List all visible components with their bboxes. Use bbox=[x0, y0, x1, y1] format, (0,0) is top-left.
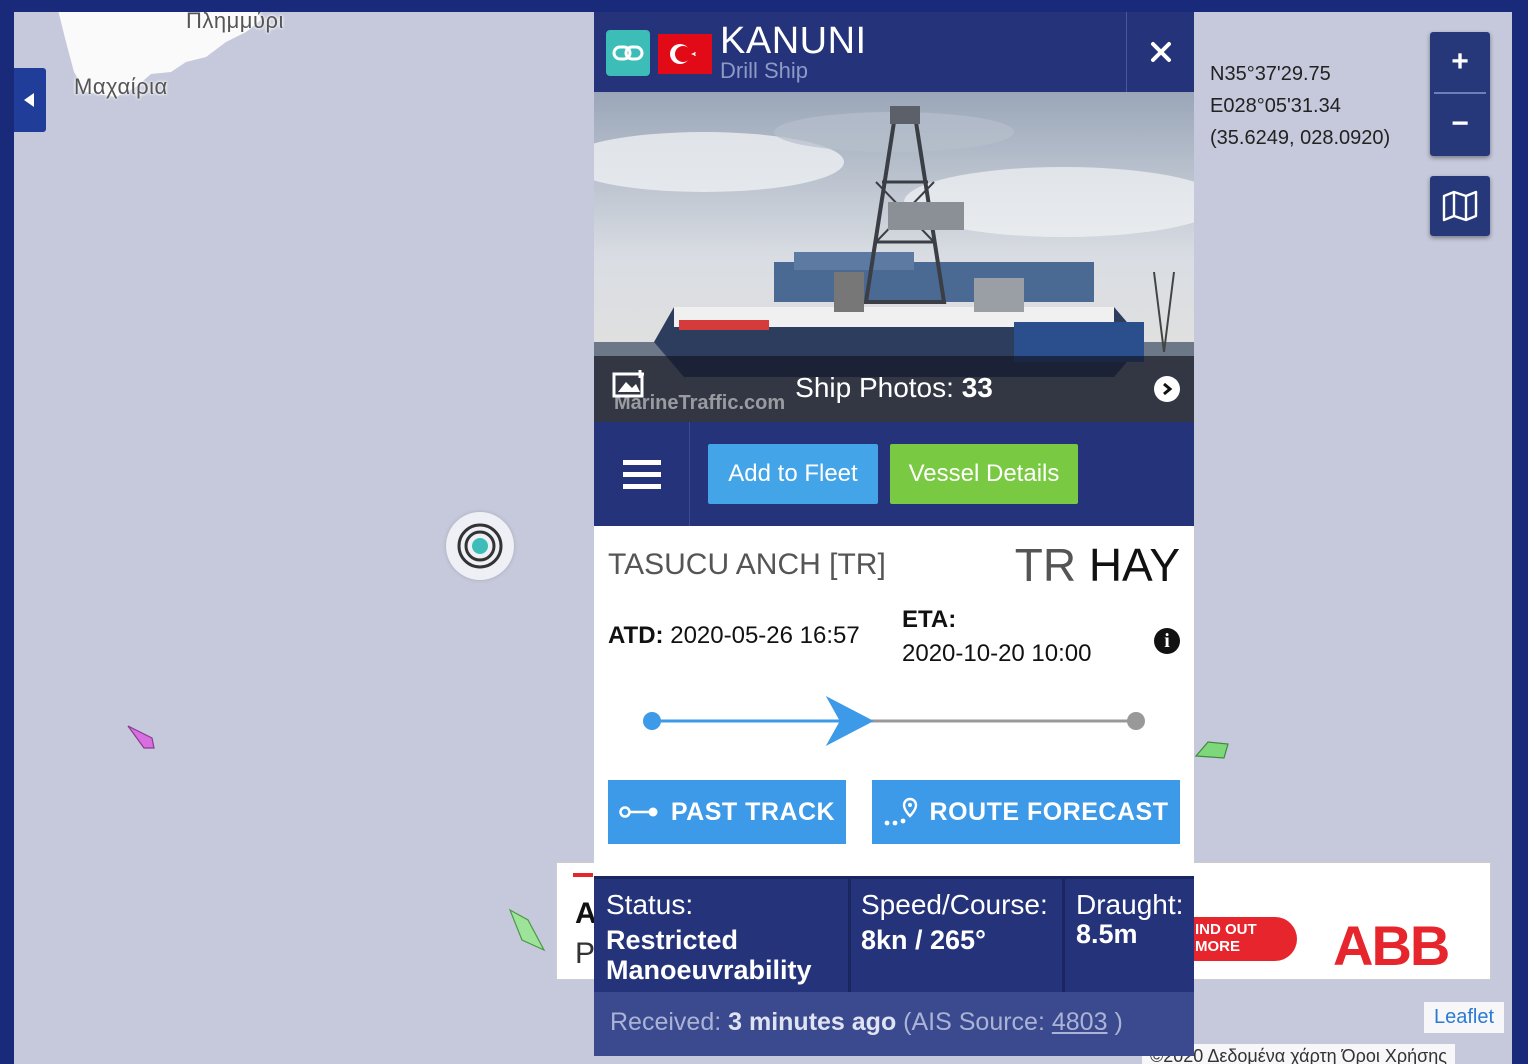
speed-course-label: Speed/Course: bbox=[861, 889, 1048, 920]
speed-course-stat: Speed/Course: 8kn / 265° bbox=[861, 879, 1061, 995]
longitude-readout: E028°05'31.34 bbox=[1210, 95, 1341, 117]
zoom-out-button[interactable]: − bbox=[1430, 94, 1490, 154]
destination-country-code: TR bbox=[1014, 539, 1077, 591]
eta-value: 2020-10-20 10:00 bbox=[902, 640, 1092, 667]
draught-value: 8.5m bbox=[1076, 919, 1138, 949]
vessel-marker-green-large[interactable] bbox=[506, 906, 550, 954]
marinetraffic-link-icon[interactable] bbox=[606, 30, 650, 76]
folded-map-icon bbox=[1442, 190, 1478, 222]
latitude-readout: N35°37'29.75 bbox=[1210, 63, 1331, 85]
draught-stat: Draught: 8.5m bbox=[1076, 879, 1194, 995]
ais-source-suffix: ) bbox=[1114, 1008, 1123, 1036]
target-rings-icon bbox=[457, 523, 503, 569]
chevron-right-icon bbox=[1163, 382, 1173, 396]
departure-port[interactable]: TASUCU ANCH [TR] bbox=[608, 548, 886, 582]
status-label: Status: bbox=[606, 889, 694, 920]
status-stat: Status: Restricted Manoeuvrability bbox=[606, 879, 846, 995]
place-label-machairia: Μαχαίρια bbox=[74, 74, 168, 99]
vessel-marker-magenta[interactable] bbox=[126, 722, 158, 754]
stat-divider bbox=[848, 879, 851, 995]
vessel-type: Drill Ship bbox=[720, 58, 809, 83]
close-popup-button[interactable] bbox=[1126, 12, 1194, 92]
photo-watermark: MarineTraffic.com bbox=[614, 392, 786, 414]
destination-port[interactable]: TR HAY bbox=[1015, 538, 1180, 592]
zoom-in-button[interactable]: + bbox=[1430, 32, 1490, 92]
zoom-control: + − bbox=[1430, 32, 1490, 156]
received-info: Received: 3 minutes ago (AIS Source: 480… bbox=[594, 992, 1194, 1056]
draught-label: Draught: bbox=[1076, 889, 1184, 920]
decimal-coordinates: (35.6249, 028.0920) bbox=[1210, 127, 1391, 149]
actual-departure: ATD: 2020-05-26 16:57 bbox=[608, 622, 860, 650]
ais-source-link[interactable]: 4803 bbox=[1052, 1008, 1108, 1036]
route-forecast-button[interactable]: ROUTE FORECAST bbox=[872, 780, 1180, 844]
popup-action-bar: Add to Fleet Vessel Details bbox=[594, 422, 1194, 526]
flag-turkey-icon bbox=[658, 34, 712, 74]
route-pin-icon bbox=[884, 797, 917, 826]
status-value: Restricted Manoeuvrability bbox=[606, 925, 812, 985]
vessel-info-popup: KANUNI Drill Ship Ship Photos: 33 Marine… bbox=[594, 12, 1194, 1056]
leaflet-attribution-link[interactable]: Leaflet bbox=[1424, 1002, 1505, 1033]
hamburger-line bbox=[622, 471, 661, 477]
track-line-icon bbox=[619, 806, 658, 818]
map-layers-button[interactable] bbox=[1430, 176, 1490, 236]
hamburger-line bbox=[622, 483, 661, 489]
selected-vessel-target[interactable] bbox=[446, 512, 514, 580]
ship-photos-count: 33 bbox=[961, 372, 993, 403]
ad-subtext: P bbox=[575, 937, 596, 970]
received-label: Received: bbox=[610, 1008, 722, 1036]
atd-value: 2020-05-26 16:57 bbox=[670, 622, 860, 649]
destination-port-code: HAY bbox=[1088, 539, 1180, 591]
menu-button[interactable] bbox=[594, 422, 690, 526]
ad-cta-label: IND OUT MORE bbox=[1195, 921, 1257, 955]
hamburger-line bbox=[622, 459, 661, 465]
chain-link-icon bbox=[612, 45, 644, 61]
past-track-button[interactable]: PAST TRACK bbox=[608, 780, 846, 844]
info-icon[interactable]: i bbox=[1154, 628, 1180, 654]
close-icon bbox=[1150, 42, 1171, 62]
caret-left-icon bbox=[24, 93, 34, 107]
cursor-coordinates: N35°37'29.75 E028°05'31.34 (35.6249, 028… bbox=[1210, 58, 1390, 154]
ship-photos-text: Ship Photos: bbox=[795, 372, 954, 403]
voyage-progress-bar bbox=[643, 696, 1145, 746]
speed-course-value: 8kn / 265° bbox=[861, 925, 986, 955]
ais-source-prefix: (AIS Source: bbox=[903, 1008, 1045, 1036]
vessel-marker-green[interactable] bbox=[1194, 738, 1234, 764]
place-label-plimmyri: Πλημμύρι bbox=[186, 12, 284, 33]
vessel-details-button[interactable]: Vessel Details bbox=[890, 444, 1078, 504]
eta-label: ETA: bbox=[902, 606, 957, 633]
ship-photo[interactable]: Ship Photos: 33 MarineTraffic.com bbox=[594, 92, 1194, 422]
vessel-stats: Status: Restricted Manoeuvrability Speed… bbox=[594, 876, 1194, 995]
stat-divider bbox=[1062, 879, 1065, 995]
next-photo-button[interactable] bbox=[1154, 376, 1180, 402]
ad-brand-logo: ABB bbox=[1333, 914, 1450, 977]
past-track-label: PAST TRACK bbox=[670, 797, 836, 826]
ad-accent-line bbox=[573, 873, 593, 877]
sidebar-toggle-button[interactable] bbox=[14, 68, 46, 132]
atd-label: ATD: bbox=[608, 622, 664, 649]
voyage-panel: TASUCU ANCH [TR] TR HAY ATD: 2020-05-26 … bbox=[594, 526, 1194, 876]
received-value: 3 minutes ago bbox=[728, 1008, 897, 1036]
crescent-star-icon bbox=[670, 44, 696, 64]
popup-header: KANUNI Drill Ship bbox=[594, 12, 1194, 92]
progress-end-dot bbox=[1127, 712, 1145, 730]
route-forecast-label: ROUTE FORECAST bbox=[929, 797, 1169, 826]
add-to-fleet-button[interactable]: Add to Fleet bbox=[708, 444, 878, 504]
progress-start-dot bbox=[643, 712, 661, 730]
vessel-name: KANUNI bbox=[720, 20, 867, 62]
